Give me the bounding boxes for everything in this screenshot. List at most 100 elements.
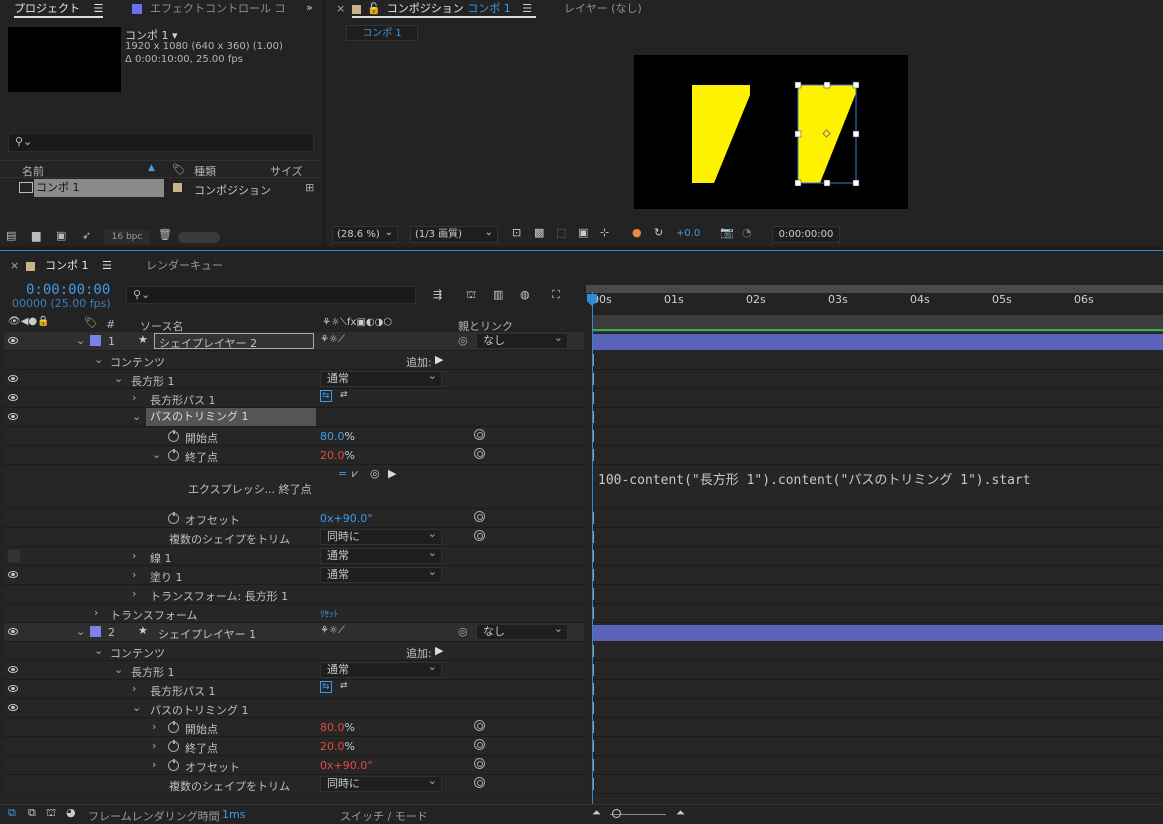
blend-mode-dropdown[interactable]: 通常: [320, 660, 442, 678]
in-out-icon[interactable]: ⛫: [46, 806, 56, 821]
expand-chevron-icon[interactable]: ›: [152, 758, 156, 771]
path-direction-reverse-icon[interactable]: ⇄: [340, 390, 348, 400]
fast-preview-icon[interactable]: ⊡: [512, 226, 521, 239]
end-value[interactable]: 20.0%: [320, 740, 355, 753]
eye-icon[interactable]: [8, 375, 18, 382]
project-search-input[interactable]: ⚲⌄: [8, 133, 314, 152]
stopwatch-icon[interactable]: [168, 449, 179, 461]
exposure-value[interactable]: +0.0: [676, 228, 700, 239]
expression-pickwhip-icon[interactable]: [474, 758, 485, 769]
start-row[interactable]: › 開始点 80.0%: [4, 718, 584, 737]
trim-multiple-row[interactable]: 複数のシェイプをトリム 同時に: [4, 527, 584, 547]
work-area-bar[interactable]: [586, 285, 1163, 293]
layer-color-swatch[interactable]: [90, 335, 101, 346]
tab-render-queue[interactable]: レンダーキュー: [146, 257, 223, 275]
expand-chevron-icon[interactable]: ⌄: [76, 625, 85, 638]
end-number[interactable]: 20.0: [320, 740, 345, 753]
fill-row[interactable]: › 塗り 1 通常: [4, 565, 584, 585]
offset-row[interactable]: › オフセット 0x+90.0°: [4, 756, 584, 775]
stroke-blend-dropdown[interactable]: 通常: [320, 546, 442, 564]
end-value[interactable]: 20.0%: [320, 449, 355, 462]
expand-chevron-icon[interactable]: ›: [132, 549, 136, 562]
rect-group-row[interactable]: ⌄ 長方形 1 通常: [4, 369, 584, 389]
trash-icon[interactable]: 🗑: [158, 228, 172, 241]
eye-off-box[interactable]: [8, 550, 20, 562]
expand-chevron-icon[interactable]: ›: [132, 568, 136, 581]
stroke-row[interactable]: › 線 1 通常: [4, 546, 584, 566]
layer-switches[interactable]: ⚘☼⟋: [320, 625, 345, 636]
expression-pickwhip-icon[interactable]: [474, 739, 485, 750]
path-direction-icon[interactable]: ⇆: [320, 681, 332, 693]
expand-chevron-icon[interactable]: ⌄: [132, 410, 141, 423]
current-timecode[interactable]: 0:00:00:00: [26, 282, 110, 298]
transform-row[interactable]: › トランスフォーム ﾘｾｯﾄ: [4, 604, 584, 623]
expression-pickwhip-icon[interactable]: [474, 530, 485, 541]
tab-effect-controls[interactable]: エフェクトコントロール コ: [132, 0, 286, 18]
expand-chevron-icon[interactable]: ›: [152, 739, 156, 752]
stopwatch-icon[interactable]: [168, 759, 179, 771]
expand-chevron-icon[interactable]: ›: [132, 587, 136, 600]
blend-mode-dropdown[interactable]: 通常: [320, 369, 442, 387]
timeline-search-input[interactable]: ⚲⌄: [126, 286, 416, 304]
tab-layer[interactable]: レイヤー (なし): [564, 0, 642, 18]
trim-paths-row[interactable]: ⌄ パスのトリミング 1: [4, 408, 584, 427]
col-name-header[interactable]: 名前: [22, 163, 44, 179]
add-button-icon[interactable]: ▶: [435, 644, 443, 657]
layer-switches-toggle-icon[interactable]: ⧉: [8, 806, 16, 820]
comp-viewer[interactable]: [634, 55, 908, 209]
expression-text[interactable]: 100-content("長方形 1").content("パスのトリミング 1…: [598, 469, 1031, 488]
color-channel-icon[interactable]: ●: [632, 226, 642, 239]
start-number[interactable]: 80.0: [320, 721, 345, 734]
layer-switches[interactable]: ⚘☼⟋: [320, 334, 345, 345]
expression-pickwhip-icon[interactable]: [474, 511, 485, 522]
expand-chevron-icon[interactable]: ›: [132, 682, 136, 695]
col-size-header[interactable]: サイズ: [270, 163, 303, 179]
comp-flowchart-icon[interactable]: ⇶: [433, 288, 442, 301]
project-scrollbar[interactable]: [178, 232, 220, 243]
expr-pickwhip-icon[interactable]: ◎: [370, 467, 380, 480]
layer-name[interactable]: シェイプレイヤー 1: [158, 626, 256, 642]
project-item-name[interactable]: コンポ 1: [34, 179, 164, 197]
layer-row-1[interactable]: ⌄ 1 ★ シェイプレイヤー 2 ⚘☼⟋ ◎ なし: [4, 331, 584, 351]
comp-subtab[interactable]: コンポ 1: [346, 25, 418, 41]
interpret-footage-icon[interactable]: ▤: [6, 229, 16, 242]
end-row[interactable]: ⌄ 終了点 20.0%: [4, 446, 584, 465]
show-snapshot-icon[interactable]: ◔: [742, 226, 752, 239]
new-folder-icon[interactable]: ▆: [32, 229, 40, 242]
new-comp-icon[interactable]: ▣: [56, 229, 66, 242]
panel-expand-icon[interactable]: »: [306, 1, 313, 14]
parent-dropdown[interactable]: なし: [476, 622, 568, 640]
expand-chevron-icon[interactable]: ›: [94, 606, 98, 619]
expand-chevron-icon[interactable]: ⌄: [94, 644, 103, 657]
start-row[interactable]: 開始点 80.0%: [4, 427, 584, 446]
tab-project[interactable]: プロジェクト ☰: [14, 0, 104, 18]
layer-2-duration-bar[interactable]: [592, 625, 1163, 641]
start-value[interactable]: 80.0%: [320, 721, 355, 734]
path-direction-reverse-icon[interactable]: ⇄: [340, 681, 348, 691]
flowchart-icon[interactable]: ⊞: [305, 181, 314, 194]
add-button-icon[interactable]: ▶: [435, 353, 443, 366]
tab-close-icon[interactable]: ×: [10, 257, 19, 275]
parent-pickwhip-icon[interactable]: ◎: [458, 625, 468, 638]
expr-enable-icon[interactable]: =: [338, 467, 347, 480]
shy-layers-icon[interactable]: ⛫: [466, 288, 476, 303]
fill-blend-dropdown[interactable]: 通常: [320, 565, 442, 583]
transform-rect-row[interactable]: › トランスフォーム: 長方形 1: [4, 585, 584, 604]
eye-icon[interactable]: [8, 394, 18, 401]
expand-chevron-icon[interactable]: ⌄: [94, 353, 103, 366]
expression-editor[interactable]: 100-content("長方形 1").content("パスのトリミング 1…: [592, 465, 1163, 509]
tab-timeline-comp[interactable]: コンポ 1 ☰: [26, 257, 112, 275]
offset-row[interactable]: オフセット 0x+90.0°: [4, 509, 584, 528]
bpc-button[interactable]: 16 bpc: [104, 230, 150, 244]
expand-chevron-icon[interactable]: ›: [132, 391, 136, 404]
layer-1-duration-bar[interactable]: [592, 334, 1163, 350]
grid-guides-icon[interactable]: ⊹: [600, 226, 609, 239]
rect-group-row[interactable]: ⌄ 長方形 1 通常: [4, 660, 584, 680]
rect-path-row[interactable]: › 長方形パス 1 ⇆ ⇄: [4, 389, 584, 408]
graph-editor-icon[interactable]: ⛶: [552, 288, 560, 302]
expand-chevron-icon[interactable]: ›: [152, 720, 156, 733]
expression-row[interactable]: = ⩗ ◎ ▶ エクスプレッシ... 終了点: [4, 465, 584, 509]
panel-menu-icon[interactable]: ☰: [522, 2, 532, 15]
col-type-header[interactable]: 種類: [194, 163, 216, 179]
switch-mode-toggle[interactable]: スイッチ / モード: [340, 808, 428, 824]
